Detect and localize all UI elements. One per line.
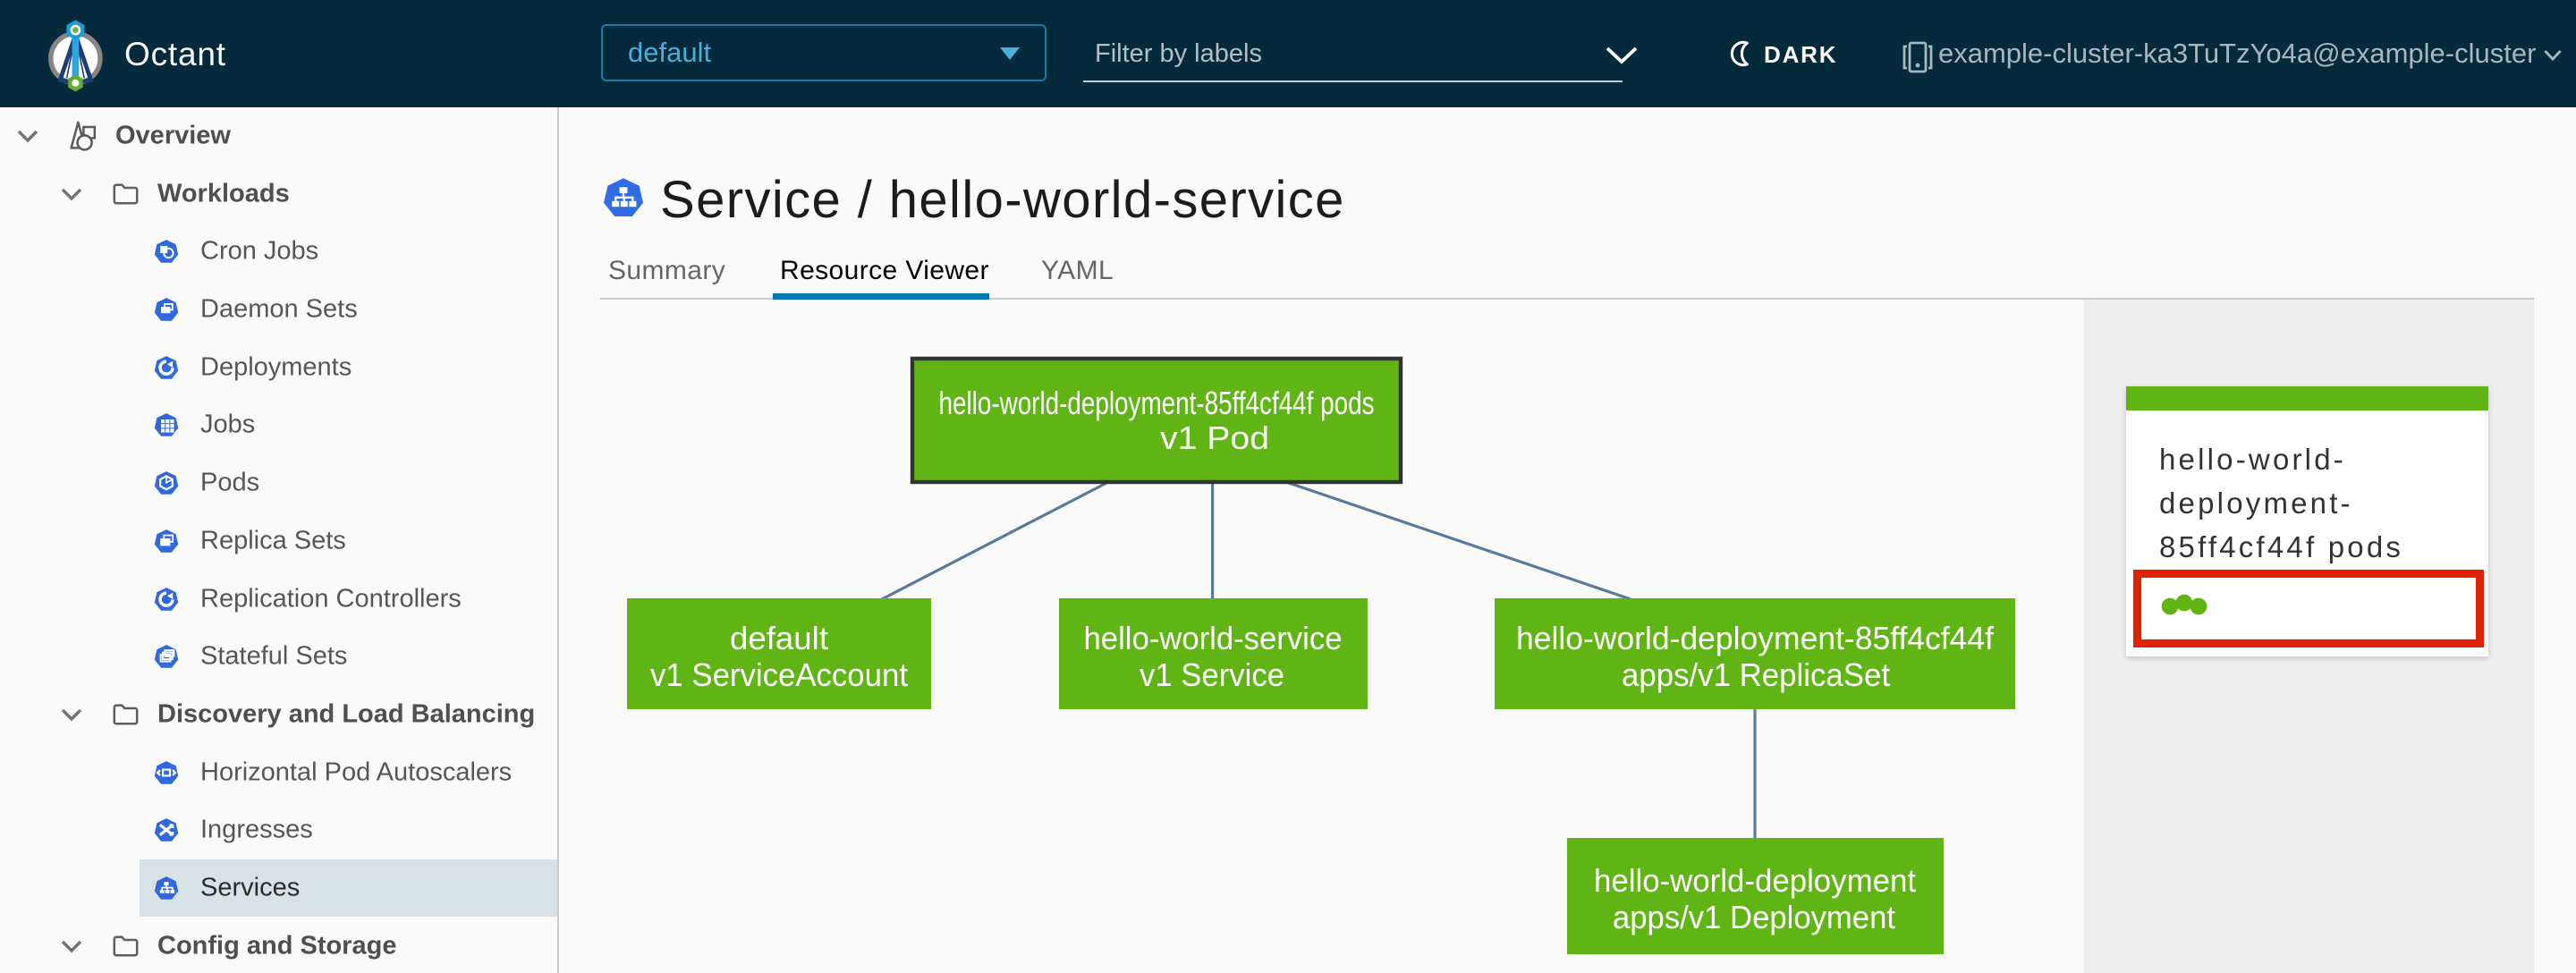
svg-text:hello-world-deployment-85ff4cf: hello-world-deployment-85ff4cf44f pods: [939, 385, 1375, 421]
svg-text:default: default: [730, 620, 828, 656]
svg-text:hello-world-deployment: hello-world-deployment: [1594, 862, 1916, 899]
svg-text:v1 ServiceAccount: v1 ServiceAccount: [650, 656, 908, 693]
svg-text:hello-world-deployment-85ff4cf: hello-world-deployment-85ff4cf44f: [1516, 620, 1995, 656]
svg-text:v1 Pod: v1 Pod: [1160, 419, 1269, 456]
svg-text:apps/v1 Deployment: apps/v1 Deployment: [1613, 899, 1895, 935]
svg-text:apps/v1 ReplicaSet: apps/v1 ReplicaSet: [1622, 656, 1890, 693]
svg-text:hello-world-service: hello-world-service: [1084, 620, 1343, 656]
svg-text:v1 Service: v1 Service: [1140, 656, 1284, 693]
